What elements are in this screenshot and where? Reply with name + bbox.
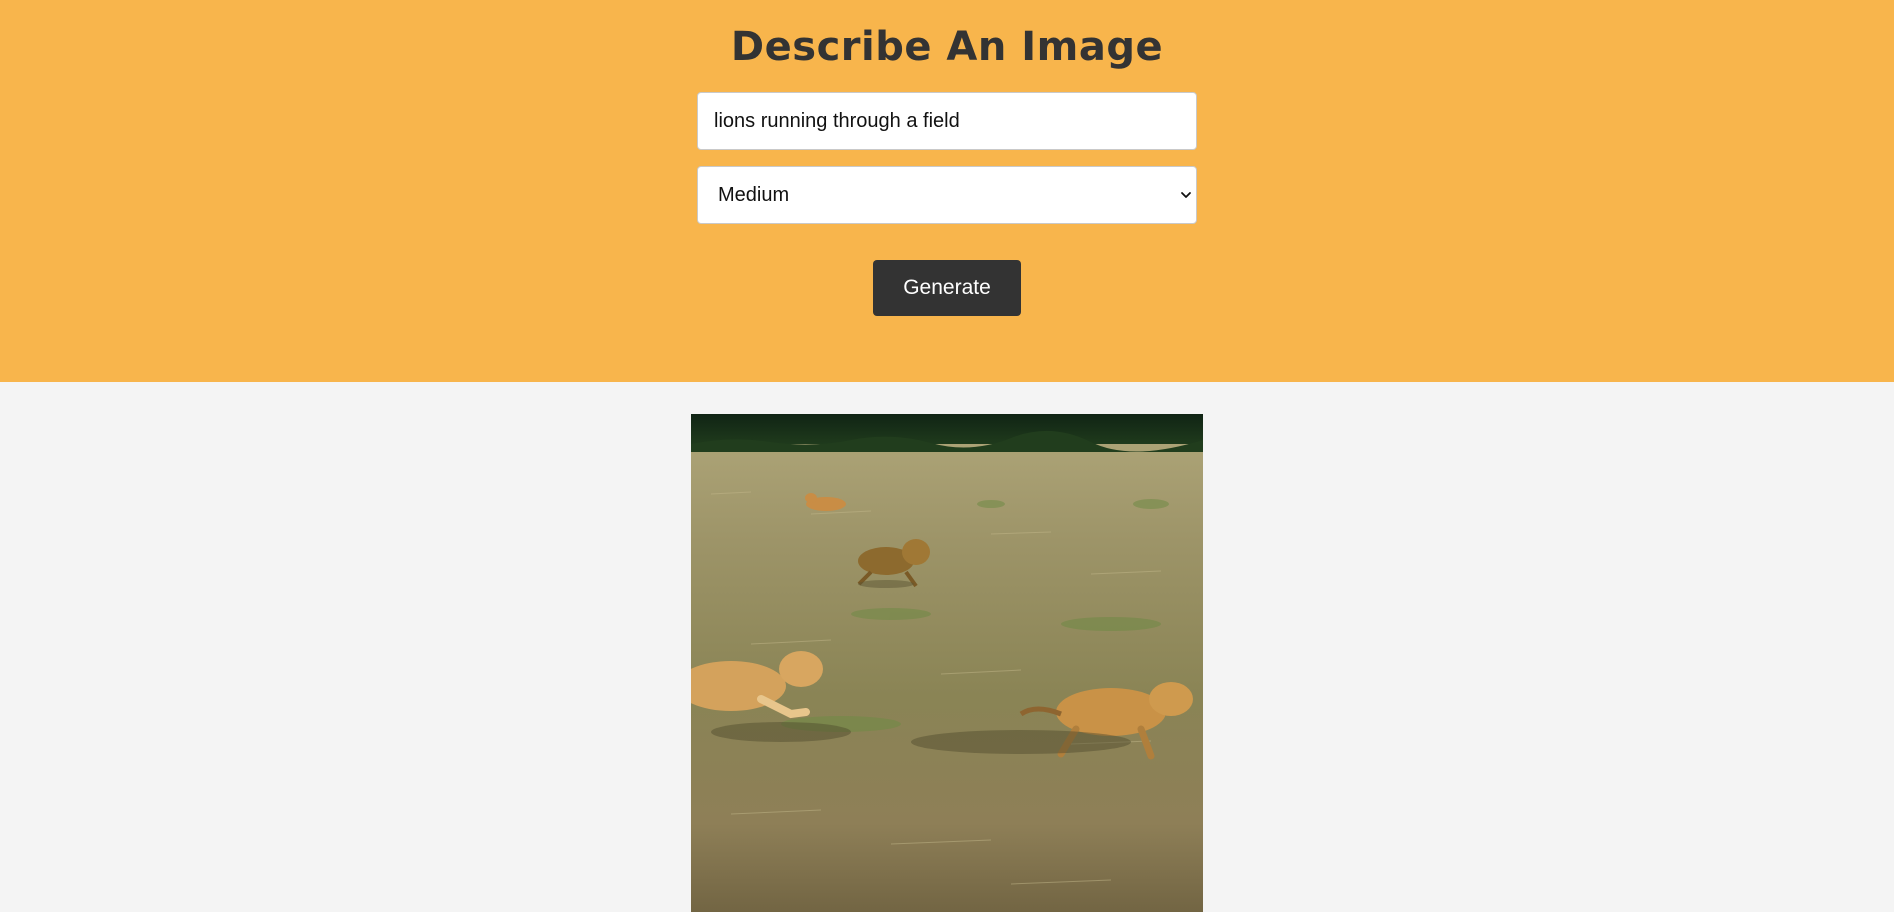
result-section xyxy=(0,382,1894,912)
image-form: Medium Generate xyxy=(697,92,1197,316)
header-section: Describe An Image Medium Generate xyxy=(0,0,1894,382)
prompt-input[interactable] xyxy=(697,92,1197,150)
generated-image xyxy=(691,414,1203,912)
size-select[interactable]: Medium xyxy=(697,166,1197,224)
size-select-value: Medium xyxy=(718,183,790,206)
page-title: Describe An Image xyxy=(730,24,1164,70)
page: Describe An Image Medium Generate xyxy=(0,0,1894,912)
generate-button[interactable]: Generate xyxy=(873,260,1021,316)
chevron-down-icon xyxy=(1181,192,1191,198)
